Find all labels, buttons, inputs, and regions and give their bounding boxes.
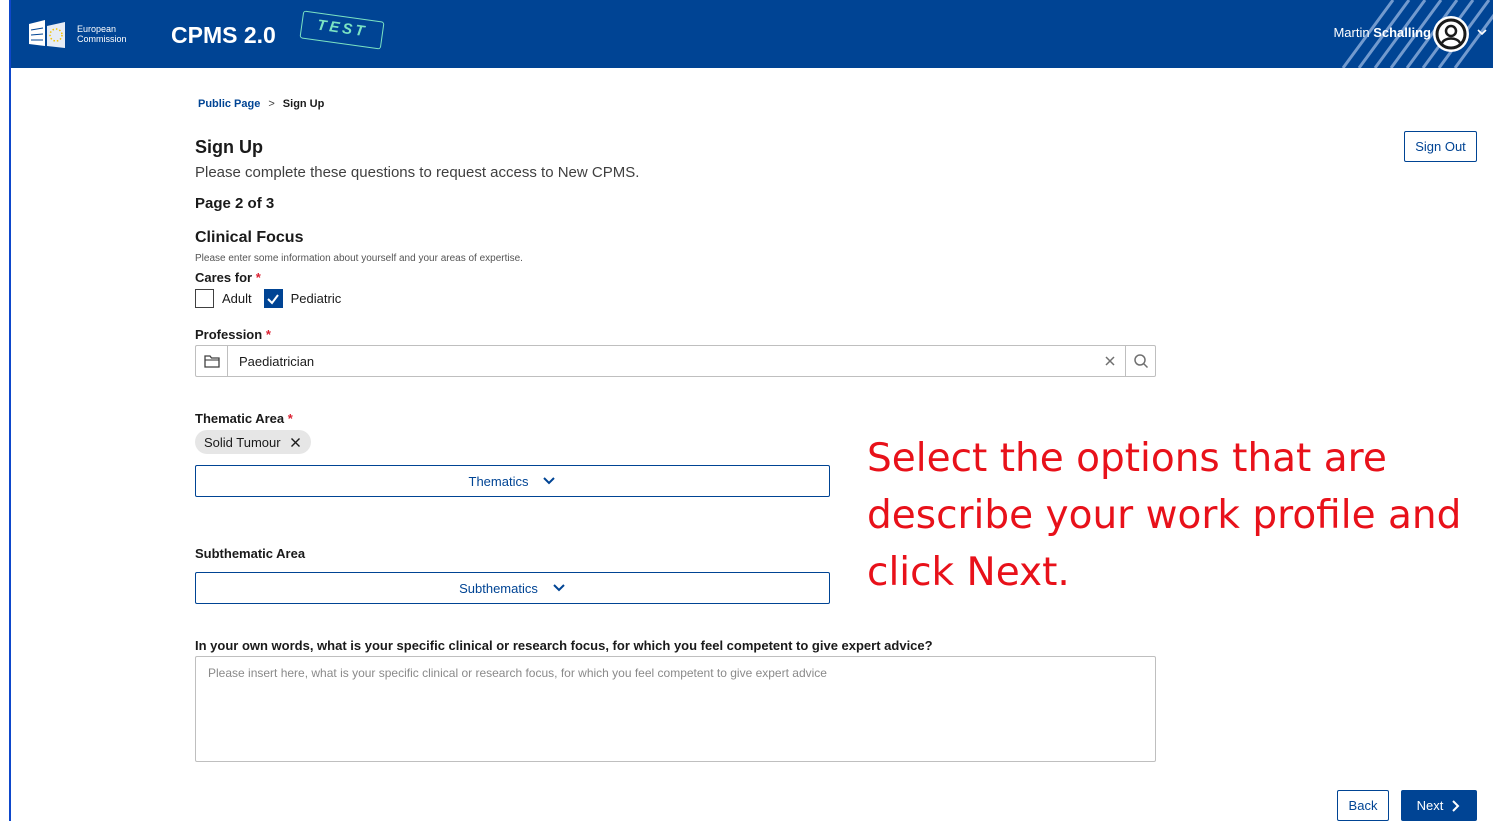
search-icon[interactable] [1125,346,1155,376]
adult-checkbox[interactable] [195,289,214,308]
chevron-right-icon [1452,799,1460,812]
app-title[interactable]: CPMS 2.0 [171,22,276,49]
thematics-dropdown-label: Thematics [468,473,529,489]
required-marker: * [287,411,293,426]
breadcrumb-separator: > [268,98,275,110]
app-header: European Commission CPMS 2.0 TEST Martin… [11,0,1493,68]
page-title: Sign Up [195,137,263,157]
checkmark-icon [267,293,279,305]
selected-thematic-tag: Solid Tumour [195,430,311,454]
tag-label: Solid Tumour [204,434,281,450]
user-circle-icon [1435,18,1467,50]
section-help-text: Please enter some information about your… [195,253,523,264]
logo-text: European Commission [77,24,127,44]
clinical-focus-question: In your own words, what is your specific… [195,638,933,653]
breadcrumb: Public Page > Sign Up [198,98,324,110]
back-button[interactable]: Back [1337,790,1389,821]
thematics-dropdown-button[interactable]: Thematics [195,465,830,497]
remove-tag-icon[interactable] [290,437,301,448]
chevron-down-icon[interactable] [1477,26,1487,40]
window-frame [0,0,11,821]
page-intro: Please complete these questions to reque… [195,164,640,181]
subthematic-area-label: Subthematic Area [195,546,306,561]
next-button-label: Next [1416,798,1444,813]
user-avatar[interactable] [1433,16,1469,52]
chevron-down-icon [543,477,556,485]
profession-field[interactable]: Paediatrician [195,345,1156,377]
cares-for-options: Adult Pediatric [195,289,353,308]
required-marker: * [265,327,271,342]
adult-checkbox-label[interactable]: Adult [222,291,252,306]
instruction-overlay-text: Select the options that are describe you… [867,436,1462,595]
subthematics-dropdown-button[interactable]: Subthematics [195,572,830,604]
test-environment-stamp: TEST [299,10,385,50]
profession-label: Profession * [195,327,271,342]
next-button[interactable]: Next [1401,790,1477,821]
clinical-focus-textarea[interactable]: Please insert here, what is your specifi… [195,656,1156,762]
profession-value[interactable]: Paediatrician [228,354,1095,369]
breadcrumb-link-public-page[interactable]: Public Page [198,98,260,110]
breadcrumb-current: Sign Up [282,98,325,110]
thematic-area-label: Thematic Area * [195,411,293,426]
section-title: Clinical Focus [195,229,304,246]
sign-out-button[interactable]: Sign Out [1404,131,1477,162]
clear-icon[interactable] [1095,346,1125,376]
cares-for-label: Cares for * [195,270,261,285]
ec-flag-icon [29,20,65,48]
pediatric-checkbox-label[interactable]: Pediatric [291,291,342,306]
required-marker: * [255,270,261,285]
european-commission-logo[interactable]: European Commission [25,18,127,50]
user-name[interactable]: Martin Schalling [1333,25,1431,40]
folder-icon[interactable] [196,346,228,376]
chevron-down-icon [553,584,565,592]
page-counter: Page 2 of 3 [195,195,275,212]
pediatric-checkbox[interactable] [263,289,283,308]
subthematics-dropdown-label: Subthematics [459,580,538,596]
